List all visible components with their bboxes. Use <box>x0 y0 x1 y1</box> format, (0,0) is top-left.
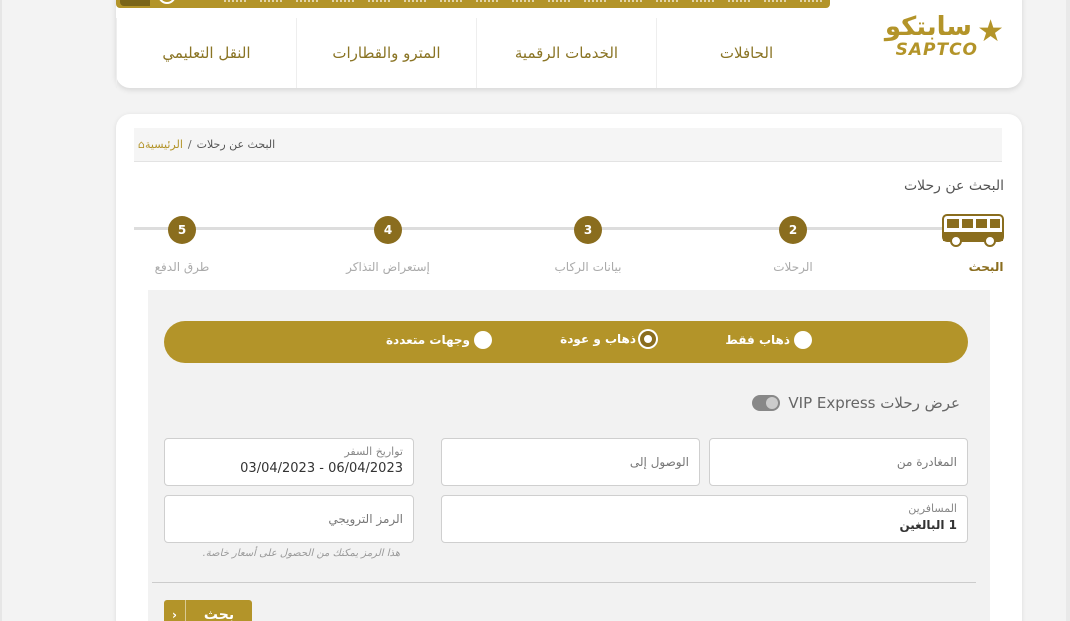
utility-link[interactable] <box>476 0 498 2</box>
nav-item-digital-services[interactable]: الخدمات الرقمية <box>476 18 656 88</box>
radio-multi-city[interactable] <box>474 331 492 349</box>
trip-type-one-way[interactable]: ذهاب فقط <box>725 331 812 349</box>
promo-hint: هذا الرمز يمكنك من الحصول على أسعار خاصة… <box>202 548 400 559</box>
utility-link[interactable] <box>620 0 642 2</box>
utility-link[interactable] <box>800 0 822 2</box>
utility-link[interactable] <box>368 0 390 2</box>
promo-code-placeholder: الرمز الترويجي <box>328 512 403 526</box>
radio-round-trip[interactable] <box>640 331 656 347</box>
utility-link[interactable] <box>728 0 750 2</box>
utility-link[interactable] <box>224 0 246 2</box>
home-icon[interactable]: ⌂ <box>138 138 145 151</box>
search-button[interactable]: › بحث <box>164 600 252 621</box>
arrival-field[interactable]: الوصول إلى <box>441 438 700 486</box>
step-4-label: إستعراض التذاكر <box>346 260 430 274</box>
nav-item-buses[interactable]: الحافلات <box>656 18 836 88</box>
step-2-label: الرحلات <box>773 260 813 274</box>
trip-type-multi-city-label: وجهات متعددة <box>385 333 470 347</box>
step-4-circle: 4 <box>374 216 402 244</box>
travel-dates-value: 06/04/2023 - 03/04/2023 <box>240 461 403 476</box>
chevron-right-icon: › <box>164 600 186 621</box>
step-1-label: البحث <box>968 260 1004 274</box>
step-3-circle: 3 <box>574 216 602 244</box>
form-divider <box>152 582 976 583</box>
step-3-label: بيانات الركاب <box>554 260 622 274</box>
trip-type-one-way-label: ذهاب فقط <box>725 333 790 347</box>
site-header: الحافلات الخدمات الرقمية المترو والقطارا… <box>116 0 1022 88</box>
trip-type-multi-city[interactable]: وجهات متعددة <box>386 331 492 349</box>
step-5-label: طرق الدفع <box>154 260 210 274</box>
search-card: ⌂ الرئيسية / البحث عن رحلات البحث عن رحل… <box>116 114 1022 621</box>
page-title: البحث عن رحلات <box>903 178 1004 194</box>
nav-item-education-transport[interactable]: النقل التعليمي <box>116 18 296 88</box>
utility-link[interactable] <box>692 0 714 2</box>
breadcrumb-current: البحث عن رحلات <box>196 138 276 151</box>
vip-toggle[interactable] <box>752 395 781 411</box>
star-icon: ★ <box>977 14 1004 49</box>
breadcrumb-separator: / <box>187 138 192 151</box>
page-edge-left <box>0 0 2 621</box>
trip-type-round-trip[interactable]: ذهاب و عودة <box>560 331 656 347</box>
nav-item-metro-trains[interactable]: المترو والقطارات <box>296 18 476 88</box>
utility-link[interactable] <box>512 0 534 2</box>
breadcrumb-home[interactable]: الرئيسية <box>145 138 183 151</box>
arrival-placeholder: الوصول إلى <box>629 455 689 469</box>
utility-link[interactable] <box>656 0 678 2</box>
booking-stepper: 2 3 4 5 البحث الرحلات بيانات الركاب إستع… <box>116 210 1022 280</box>
bus-icon <box>942 214 1004 247</box>
step-5-circle: 5 <box>168 216 196 244</box>
promo-code-field[interactable]: الرمز الترويجي <box>164 495 414 543</box>
departure-placeholder: المغادرة من <box>896 455 957 469</box>
travel-dates-label: تواريخ السفر <box>344 445 403 458</box>
utility-link[interactable] <box>764 0 786 2</box>
search-form: ذهاب فقط ذهاب و عودة وجهات متعددة عرض رح… <box>148 290 990 621</box>
passengers-field[interactable]: المسافرين 1 البالغين <box>441 495 968 543</box>
breadcrumb: ⌂ الرئيسية / البحث عن رحلات <box>134 128 1002 162</box>
accessibility-icon[interactable] <box>158 0 176 4</box>
top-utility-strip <box>116 0 830 8</box>
search-icon[interactable] <box>120 0 150 6</box>
vip-toggle-row: عرض رحلات VIP Express <box>752 394 960 412</box>
travel-dates-field[interactable]: تواريخ السفر 06/04/2023 - 03/04/2023 <box>164 438 414 486</box>
search-button-label: بحث <box>203 607 235 621</box>
utility-link[interactable] <box>584 0 606 2</box>
departure-field[interactable]: المغادرة من <box>709 438 968 486</box>
utility-link[interactable] <box>548 0 570 2</box>
page-edge-right <box>1066 0 1070 621</box>
step-2-circle: 2 <box>779 216 807 244</box>
logo-english: SAPTCO <box>895 40 978 60</box>
trip-type-round-trip-label: ذهاب و عودة <box>560 332 636 346</box>
logo-arabic: سابتكو <box>884 12 972 42</box>
radio-one-way[interactable] <box>794 331 812 349</box>
saptco-logo[interactable]: ★ سابتكو SAPTCO <box>842 12 1004 62</box>
passengers-label: المسافرين <box>908 502 957 515</box>
utility-link[interactable] <box>440 0 462 2</box>
utility-link[interactable] <box>332 0 354 2</box>
utility-link[interactable] <box>260 0 282 2</box>
trip-type-bar: ذهاب فقط ذهاب و عودة وجهات متعددة <box>164 321 968 363</box>
utility-links <box>224 0 822 2</box>
utility-link[interactable] <box>404 0 426 2</box>
passengers-value: 1 البالغين <box>899 518 957 532</box>
vip-label: عرض رحلات VIP Express <box>788 394 960 412</box>
stepper-line <box>134 227 954 230</box>
utility-link[interactable] <box>296 0 318 2</box>
main-nav: الحافلات الخدمات الرقمية المترو والقطارا… <box>116 18 836 88</box>
